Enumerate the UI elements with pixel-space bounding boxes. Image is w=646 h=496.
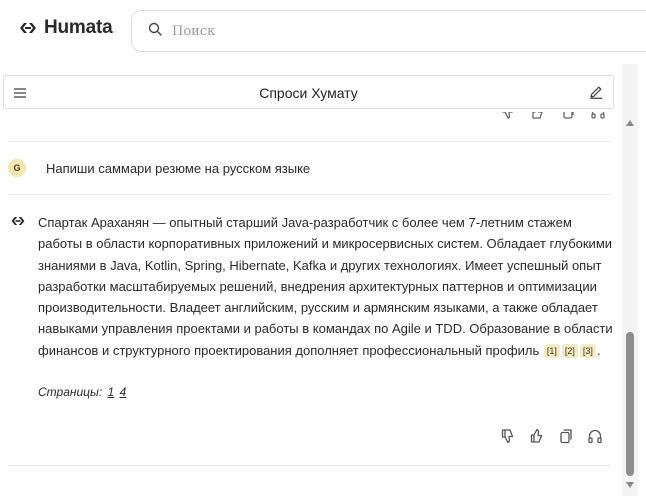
thumbs-up-icon[interactable] bbox=[529, 428, 545, 444]
edit-icon[interactable] bbox=[588, 84, 604, 105]
bot-message-body: Спартак Араханян — опытный старший Java-… bbox=[38, 215, 613, 358]
copy-icon[interactable] bbox=[558, 428, 574, 444]
avatar: G bbox=[8, 159, 26, 177]
chat-header: Спроси Хумату bbox=[3, 75, 614, 109]
previous-message-actions bbox=[500, 112, 610, 120]
scroll-down-arrow-icon[interactable] bbox=[626, 482, 634, 488]
headphones-icon[interactable] bbox=[590, 112, 606, 120]
citation-badge[interactable]: [2] bbox=[561, 343, 578, 358]
message-divider bbox=[8, 141, 610, 142]
humata-logo-icon bbox=[10, 214, 26, 233]
scrollbar[interactable] bbox=[622, 64, 638, 496]
end-punctuation: . bbox=[596, 342, 601, 358]
thumbs-down-icon[interactable] bbox=[500, 428, 516, 444]
scroll-up-arrow-icon[interactable] bbox=[626, 120, 634, 126]
humata-logo-icon bbox=[18, 20, 38, 36]
source-pages: Страницы: 1 4 bbox=[38, 385, 126, 399]
message-divider bbox=[8, 465, 610, 466]
user-message-text: Напиши саммари резюме на русском языке bbox=[46, 160, 311, 176]
top-bar: Humata bbox=[0, 0, 646, 64]
copy-icon[interactable] bbox=[560, 112, 576, 120]
citation-badge[interactable]: [1] bbox=[543, 343, 560, 358]
thumbs-down-icon[interactable] bbox=[500, 112, 516, 120]
bot-message-text: Спартак Араханян — опытный старший Java-… bbox=[38, 212, 613, 361]
app-name: Humata bbox=[44, 17, 113, 38]
page-link[interactable]: 4 bbox=[120, 385, 127, 399]
headphones-icon[interactable] bbox=[587, 428, 603, 444]
app-logo[interactable]: Humata bbox=[18, 17, 113, 39]
chat-title: Спроси Хумату bbox=[259, 85, 358, 101]
message-actions bbox=[500, 428, 603, 444]
search-input[interactable] bbox=[172, 23, 552, 39]
page-link[interactable]: 1 bbox=[108, 385, 115, 399]
user-message: G Напиши саммари резюме на русском языке bbox=[8, 159, 310, 177]
citation-badge[interactable]: [3] bbox=[579, 343, 596, 358]
scroll-thumb[interactable] bbox=[626, 332, 634, 476]
pages-label: Страницы: bbox=[38, 385, 103, 399]
search-icon bbox=[148, 22, 162, 41]
search-box[interactable] bbox=[131, 10, 646, 52]
message-divider bbox=[8, 194, 610, 195]
thumbs-up-icon[interactable] bbox=[530, 112, 546, 120]
